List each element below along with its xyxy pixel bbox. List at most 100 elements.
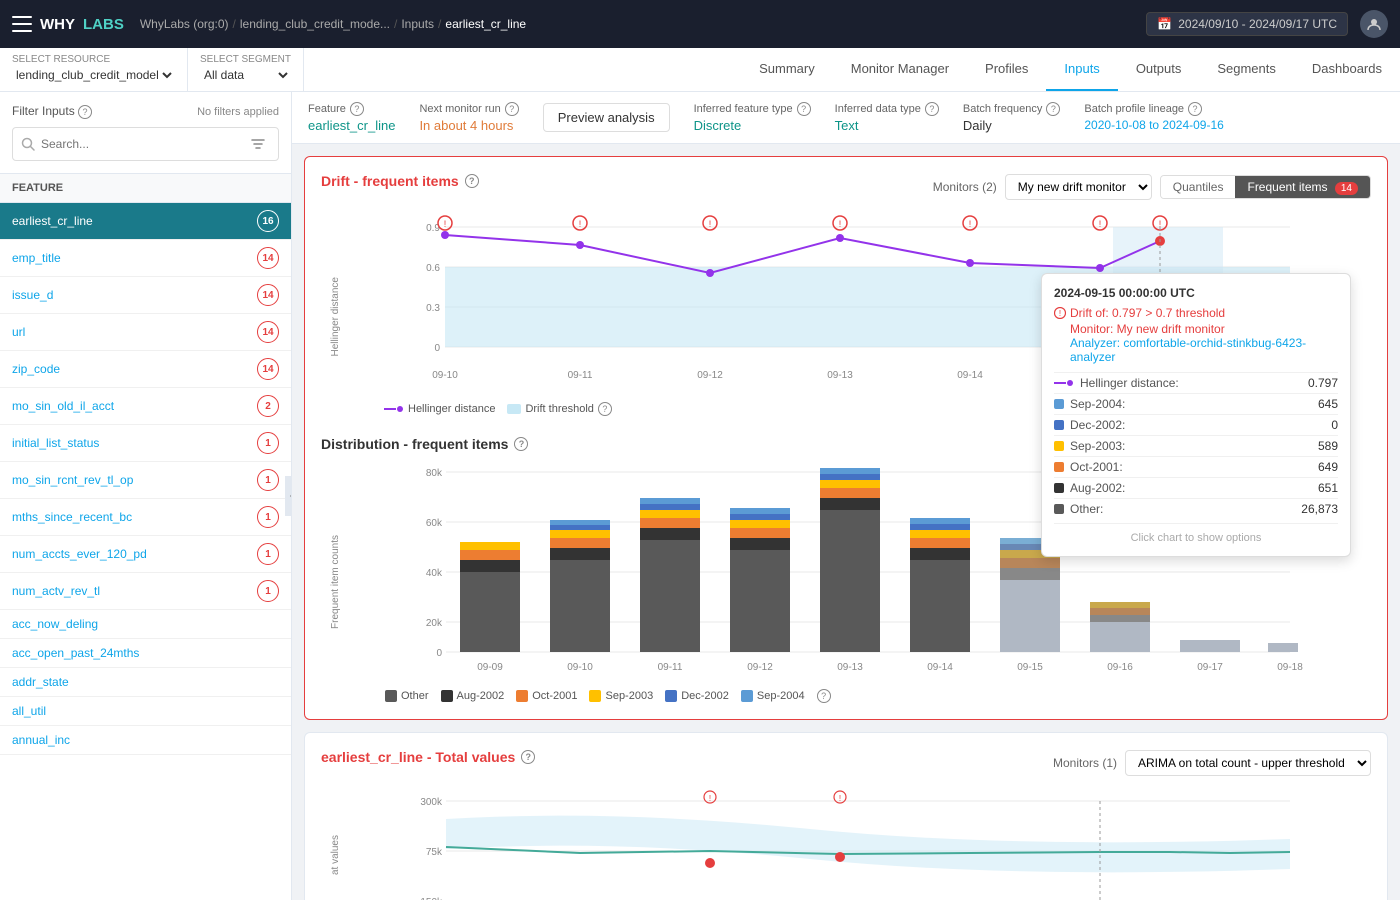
date-range-picker[interactable]: 📅 2024/09/10 - 2024/09/17 UTC bbox=[1146, 12, 1348, 36]
feature-name-earliest_cr_line[interactable]: earliest_cr_line bbox=[12, 214, 93, 228]
feature-item-initial_list_status[interactable]: initial_list_status 1 bbox=[0, 425, 291, 462]
tab-outputs[interactable]: Outputs bbox=[1118, 48, 1200, 91]
batch-profile-label: Batch profile lineage ? bbox=[1084, 102, 1223, 116]
preview-analysis-button[interactable]: Preview analysis bbox=[543, 103, 670, 132]
total-monitor-select[interactable]: ARIMA on total count - upper threshold bbox=[1125, 750, 1371, 776]
content-area: Feature ? earliest_cr_line Next monitor … bbox=[292, 92, 1400, 900]
svg-text:09-18: 09-18 bbox=[1277, 662, 1303, 673]
feature-name-acc_open_past_24mths[interactable]: acc_open_past_24mths bbox=[12, 646, 139, 660]
batch-freq-info: Batch frequency ? Daily bbox=[963, 102, 1061, 133]
feature-name-emp_title[interactable]: emp_title bbox=[12, 251, 61, 265]
svg-text:09-17: 09-17 bbox=[1197, 662, 1223, 673]
feature-item-all_util[interactable]: all_util bbox=[0, 697, 291, 726]
tooltip-monitor: Monitor: My new drift monitor bbox=[1070, 322, 1338, 336]
batch-profile-value[interactable]: 2020-10-08 to 2024-09-16 bbox=[1084, 118, 1223, 132]
feature-item-mo_sin_old_il_acct[interactable]: mo_sin_old_il_acct2 bbox=[0, 388, 291, 425]
feature-item-acc_open_past_24mths[interactable]: acc_open_past_24mths bbox=[0, 639, 291, 668]
total-values-svg-container[interactable]: 300k 75k -150k bbox=[349, 789, 1371, 900]
drift-help-icon[interactable]: ? bbox=[465, 174, 479, 188]
feature-name-url[interactable]: url bbox=[12, 325, 25, 339]
feature-item-mo_sin_rcnt_rev_tl_op[interactable]: mo_sin_rcnt_rev_tl_op1 bbox=[0, 462, 291, 499]
tooltip-rows: Sep-2004:645Dec-2002:0Sep-2003:589Oct-20… bbox=[1054, 393, 1338, 519]
feature-name-annual_inc[interactable]: annual_inc bbox=[12, 733, 70, 747]
feature-help-icon[interactable]: ? bbox=[350, 102, 364, 116]
inferred-feature-help[interactable]: ? bbox=[797, 102, 811, 116]
feature-item-num_accts_ever_120_pd[interactable]: num_accts_ever_120_pd1 bbox=[0, 536, 291, 573]
feature-name-addr_state[interactable]: addr_state bbox=[12, 675, 69, 689]
feature-name-mths_since_recent_bc[interactable]: mths_since_recent_bc bbox=[12, 510, 132, 524]
total-values-help[interactable]: ? bbox=[521, 750, 535, 764]
feature-item-annual_inc[interactable]: annual_inc bbox=[0, 726, 291, 755]
resource-select[interactable]: lending_club_credit_model bbox=[12, 65, 175, 85]
inferred-data-info: Inferred data type ? Text bbox=[835, 102, 939, 133]
filter-toggle-button[interactable] bbox=[246, 132, 270, 156]
feature-name-zip_code[interactable]: zip_code bbox=[12, 362, 60, 376]
inferred-data-help[interactable]: ? bbox=[925, 102, 939, 116]
feature-item-addr_state[interactable]: addr_state bbox=[0, 668, 291, 697]
tab-dashboards[interactable]: Dashboards bbox=[1294, 48, 1400, 91]
tooltip-title: 2024-09-15 00:00:00 UTC bbox=[1054, 286, 1338, 300]
tooltip-hellinger-row: Hellinger distance: 0.797 bbox=[1054, 372, 1338, 393]
inferred-data-value: Text bbox=[835, 118, 939, 133]
sidebar-collapse-handle[interactable] bbox=[285, 476, 292, 516]
breadcrumb-model[interactable]: lending_club_credit_mode... bbox=[240, 17, 390, 31]
feature-item-acc_now_deling[interactable]: acc_now_deling bbox=[0, 610, 291, 639]
feature-name-num_actv_rev_tl[interactable]: num_actv_rev_tl bbox=[12, 584, 100, 598]
feature-name-issue_d[interactable]: issue_d bbox=[12, 288, 53, 302]
quantiles-tab[interactable]: Quantiles bbox=[1161, 176, 1236, 198]
tab-summary[interactable]: Summary bbox=[741, 48, 833, 91]
distribution-help-icon[interactable]: ? bbox=[514, 437, 528, 451]
svg-text:0.3: 0.3 bbox=[426, 303, 440, 314]
batch-freq-help[interactable]: ? bbox=[1046, 102, 1060, 116]
legend-aug2002: Aug-2002 bbox=[441, 690, 505, 702]
batch-freq-label: Batch frequency ? bbox=[963, 102, 1061, 116]
tab-monitor-manager[interactable]: Monitor Manager bbox=[833, 48, 967, 91]
feature-name-num_accts_ever_120_pd[interactable]: num_accts_ever_120_pd bbox=[12, 547, 147, 561]
feature-item-emp_title[interactable]: emp_title14 bbox=[0, 240, 291, 277]
feature-name-mo_sin_old_il_acct[interactable]: mo_sin_old_il_acct bbox=[12, 399, 114, 413]
tab-segments[interactable]: Segments bbox=[1199, 48, 1294, 91]
tooltip-analyzer: Analyzer: comfortable-orchid-stinkbug-64… bbox=[1070, 336, 1338, 364]
svg-text:0: 0 bbox=[436, 648, 442, 659]
hamburger-menu[interactable] bbox=[12, 16, 32, 32]
batch-profile-help[interactable]: ? bbox=[1188, 102, 1202, 116]
svg-text:75k: 75k bbox=[426, 847, 443, 858]
feature-name-mo_sin_rcnt_rev_tl_op[interactable]: mo_sin_rcnt_rev_tl_op bbox=[12, 473, 133, 487]
next-run-value: In about 4 hours bbox=[419, 118, 518, 133]
drift-tooltip: 2024-09-15 00:00:00 UTC ! Drift of: 0.79… bbox=[1041, 273, 1351, 557]
user-avatar[interactable] bbox=[1360, 10, 1388, 38]
feature-badge-num_actv_rev_tl: 1 bbox=[257, 580, 279, 602]
tab-inputs[interactable]: Inputs bbox=[1046, 48, 1117, 91]
feature-item-earliest_cr_line[interactable]: earliest_cr_line16 bbox=[0, 203, 291, 240]
drift-threshold-help[interactable]: ? bbox=[598, 402, 612, 416]
aug2002-label: Aug-2002 bbox=[457, 690, 505, 702]
filter-help-icon[interactable]: ? bbox=[78, 105, 92, 119]
svg-text:0: 0 bbox=[434, 343, 440, 354]
drift-chart-area: Hellinger distance 0.9 0.6 0.3 0 bbox=[321, 213, 1371, 420]
tab-profiles[interactable]: Profiles bbox=[967, 48, 1046, 91]
feature-name-all_util[interactable]: all_util bbox=[12, 704, 46, 718]
next-run-help-icon[interactable]: ? bbox=[505, 102, 519, 116]
info-bar: Feature ? earliest_cr_line Next monitor … bbox=[292, 92, 1400, 144]
tooltip-row: Aug-2002:651 bbox=[1054, 477, 1338, 498]
breadcrumb-org[interactable]: WhyLabs (org:0) bbox=[140, 17, 229, 31]
distribution-legend-help[interactable]: ? bbox=[817, 689, 831, 703]
tooltip-hellinger-label: Hellinger distance: bbox=[1080, 376, 1179, 390]
search-input[interactable] bbox=[41, 137, 240, 151]
feature-header: Feature bbox=[0, 174, 291, 203]
feature-info-value: earliest_cr_line bbox=[308, 118, 395, 133]
feature-item-zip_code[interactable]: zip_code14 bbox=[0, 351, 291, 388]
feature-item-mths_since_recent_bc[interactable]: mths_since_recent_bc1 bbox=[0, 499, 291, 536]
dec2002-swatch bbox=[665, 690, 677, 702]
feature-name-acc_now_deling[interactable]: acc_now_deling bbox=[12, 617, 98, 631]
frequent-items-tab[interactable]: Frequent items 14 bbox=[1235, 176, 1370, 198]
distribution-y-label: Frequent item counts bbox=[321, 460, 349, 703]
feature-item-num_actv_rev_tl[interactable]: num_actv_rev_tl 1 bbox=[0, 573, 291, 610]
segment-select[interactable]: All data bbox=[200, 65, 291, 85]
feature-badge-initial_list_status: 1 bbox=[257, 432, 279, 454]
feature-item-issue_d[interactable]: issue_d14 bbox=[0, 277, 291, 314]
breadcrumb-inputs[interactable]: Inputs bbox=[401, 17, 434, 31]
monitor-select[interactable]: My new drift monitor bbox=[1005, 174, 1152, 200]
feature-name-initial_list_status[interactable]: initial_list_status bbox=[12, 436, 99, 450]
feature-item-url[interactable]: url14 bbox=[0, 314, 291, 351]
